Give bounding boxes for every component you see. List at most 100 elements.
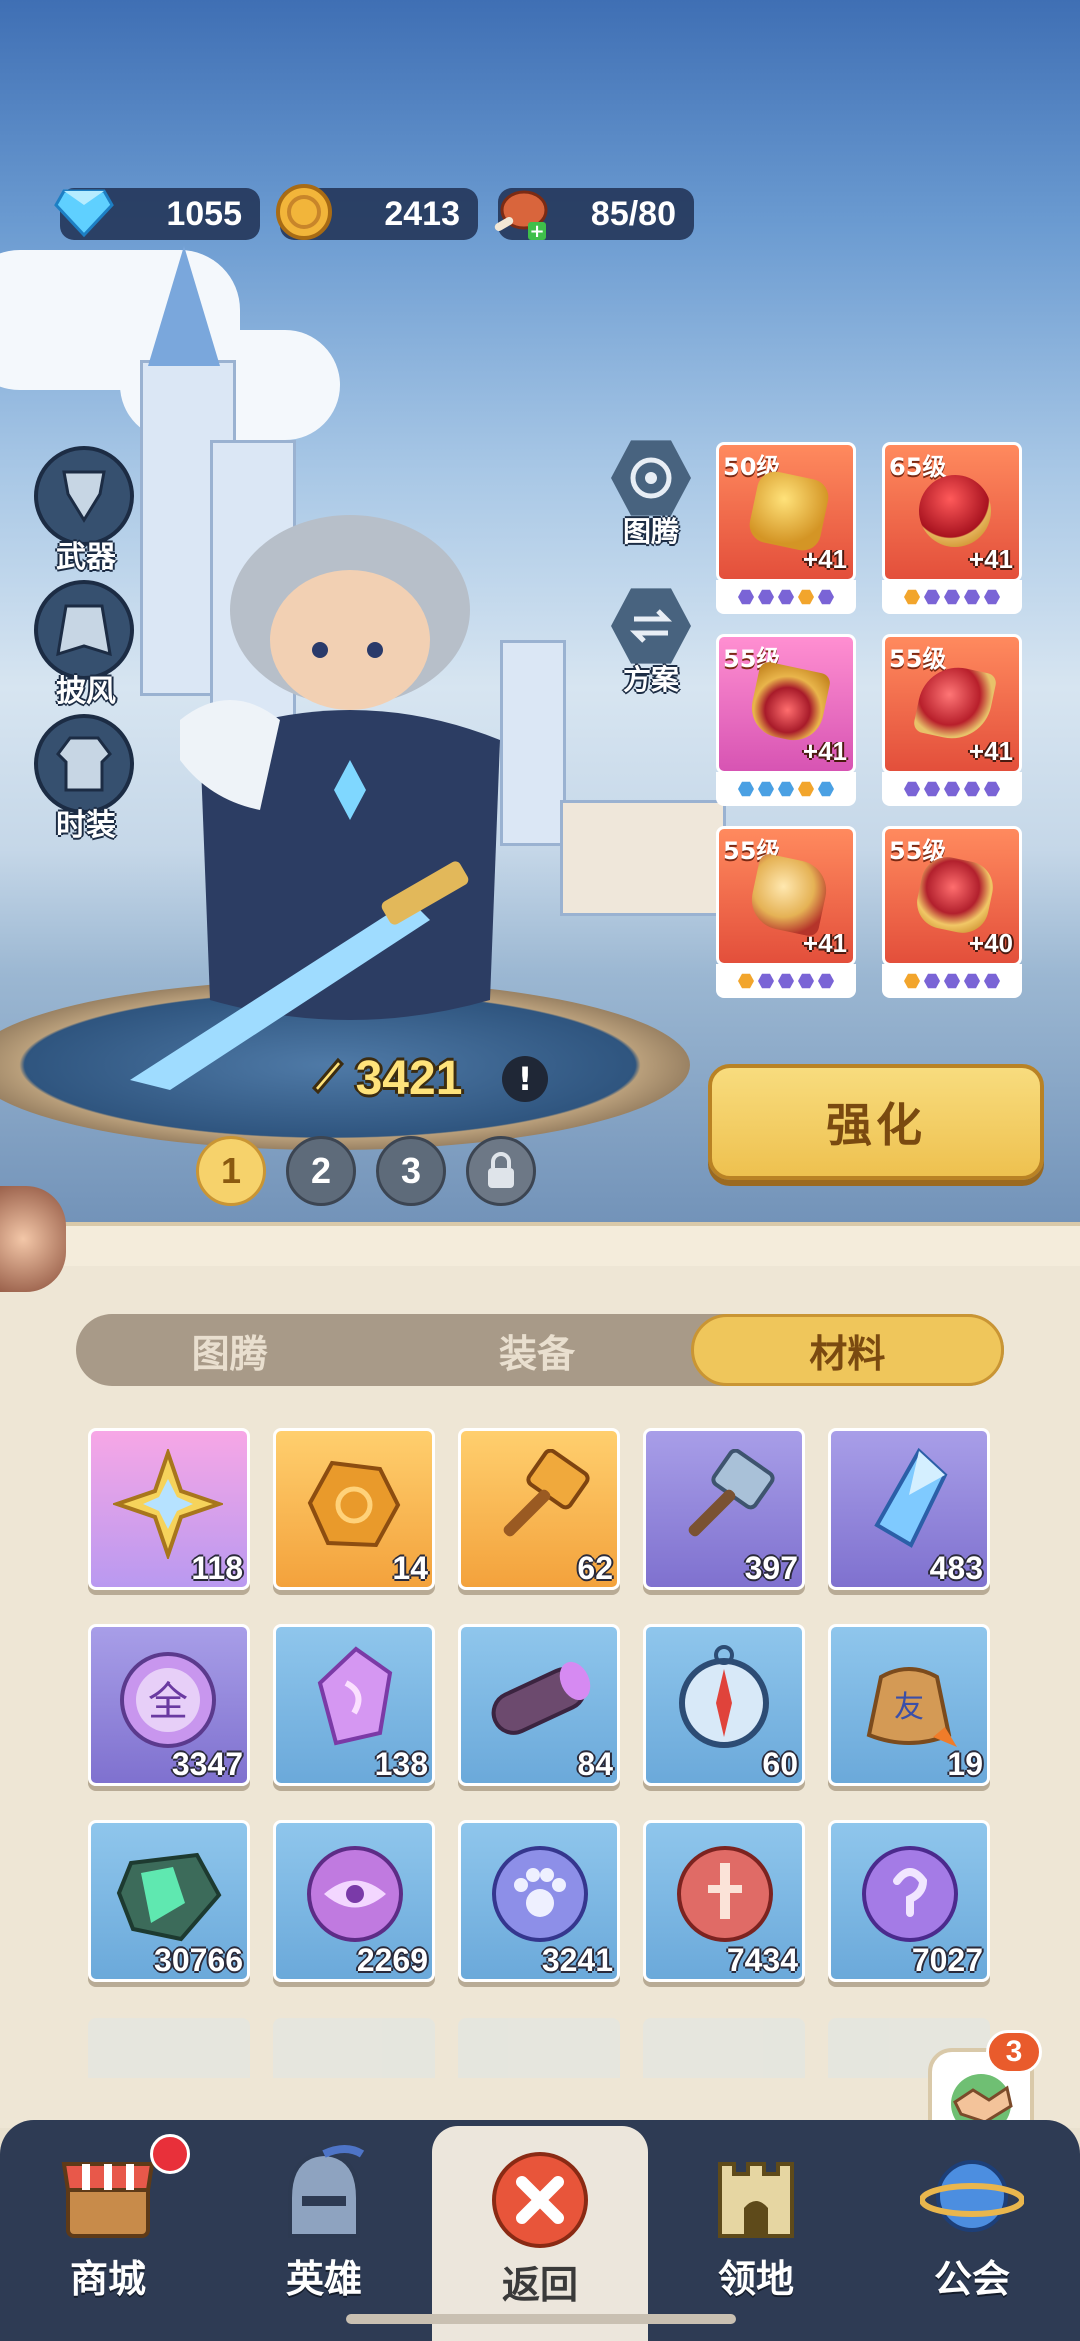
shop-icon (56, 2142, 160, 2246)
diamond-value: 1055 (166, 194, 242, 233)
weapon-button[interactable]: 武器 (34, 446, 138, 576)
equipment-enhance-level: +41 (802, 544, 847, 574)
equipment-slot[interactable]: 65级 +41 (882, 442, 1022, 622)
loadout-slot-1[interactable]: 1 (196, 1136, 266, 1206)
amulet-icon (746, 468, 832, 554)
material-item[interactable]: 483 (828, 1428, 990, 1590)
equipment-slot[interactable]: 55级 +41 (716, 826, 856, 1006)
friends-notification-badge: 3 (986, 2030, 1042, 2074)
inventory-tabs: 图腾 装备 材料 (76, 1314, 1004, 1386)
material-count: 14 (392, 1550, 428, 1586)
stamina-value: 85/80 (590, 194, 676, 233)
material-item[interactable]: 3241 (458, 1820, 620, 1982)
crown-icon (746, 660, 832, 746)
outfit-button[interactable]: 时装 (34, 714, 138, 844)
material-item[interactable]: 14 (273, 1428, 435, 1590)
silver-hammer-icon (688, 1449, 775, 1537)
nav-territory-label: 领地 (717, 2257, 794, 2301)
stamina-counter[interactable]: + 85/80 (494, 188, 694, 242)
totem-button[interactable]: 图腾 (608, 438, 694, 550)
material-count: 60 (762, 1746, 798, 1782)
gold-value: 2413 (384, 194, 460, 233)
equipment-card: 55级 +40 (882, 826, 1022, 966)
equipment-level: 55级 (889, 645, 947, 673)
material-count: 7027 (911, 1942, 983, 1978)
equipment-enhance-level: +41 (802, 736, 847, 766)
equipment-slot[interactable]: 55级 +40 (882, 826, 1022, 1006)
nav-guild[interactable]: 公会 (864, 2120, 1080, 2341)
nav-heroes-label: 英雄 (285, 2257, 362, 2301)
material-count: 19 (947, 1746, 983, 1782)
equipment-card: 50级 +41 (716, 442, 856, 582)
equipment-enhance-level: +41 (968, 544, 1013, 574)
amber-stone-icon (307, 1460, 401, 1548)
material-count: 3241 (541, 1942, 613, 1978)
nav-shop-label: 商城 (69, 2257, 146, 2301)
preset-label: 方案 (622, 663, 679, 696)
compass-icon (679, 1645, 769, 1748)
loadout-slot-3[interactable]: 3 (376, 1136, 446, 1206)
material-item[interactable]: 138 (273, 1624, 435, 1786)
nav-back[interactable]: 返回 (432, 2126, 648, 2341)
tab-equipment[interactable]: 装备 (383, 1314, 690, 1386)
gem-slots (882, 580, 1022, 614)
gem-slots (716, 772, 856, 806)
diamond-counter[interactable]: 1055 (54, 188, 260, 240)
nav-guild-label: 公会 (933, 2257, 1010, 2301)
universal-token-icon: 全 (120, 1652, 216, 1748)
equipment-slot[interactable]: 55级 +41 (716, 634, 856, 814)
material-item[interactable]: 62 (458, 1428, 620, 1590)
info-alert-icon[interactable]: ! (502, 1056, 548, 1102)
blue-crystal-icon (874, 1447, 948, 1548)
material-item[interactable]: 友 19 (828, 1624, 990, 1786)
gold-counter[interactable]: 2413 (276, 184, 478, 240)
cape-label: 披风 (56, 674, 116, 709)
sword-power-icon (308, 1051, 348, 1106)
material-item[interactable]: 7434 (643, 1820, 805, 1982)
tab-materials[interactable]: 材料 (690, 1314, 1004, 1386)
equipment-card: 55级 +41 (716, 634, 856, 774)
material-item[interactable]: 7027 (828, 1820, 990, 1982)
weapon-label: 武器 (56, 540, 116, 575)
material-item[interactable]: 2269 (273, 1820, 435, 1982)
castle-icon (704, 2142, 808, 2246)
equipment-enhance-level: +41 (802, 928, 847, 958)
preset-button[interactable]: 方案 (608, 586, 694, 698)
materials-grid: 118 14 62 397 483 全 3347 138 84 60 友 19 … (88, 1428, 990, 1982)
cape-button[interactable]: 披风 (34, 580, 138, 710)
material-item[interactable]: 全 3347 (88, 1624, 250, 1786)
tab-totem[interactable]: 图腾 (76, 1314, 383, 1386)
material-item[interactable]: 30766 (88, 1820, 250, 1982)
equipment-level: 65级 (889, 453, 947, 481)
lock-icon (488, 1152, 514, 1188)
friend-bag-icon: 友 (866, 1667, 957, 1747)
material-item[interactable]: 118 (88, 1428, 250, 1590)
material-item[interactable]: 60 (643, 1624, 805, 1786)
nav-heroes[interactable]: 英雄 (216, 2120, 432, 2341)
totem-icon (611, 440, 691, 516)
svg-text:+: + (529, 221, 544, 242)
equipment-card: 55级 +41 (882, 634, 1022, 774)
hero-character (130, 515, 500, 1090)
material-count: 62 (577, 1550, 613, 1586)
loadout-slot-2[interactable]: 2 (286, 1136, 356, 1206)
gem-slots (716, 580, 856, 614)
material-item[interactable]: 84 (458, 1624, 620, 1786)
equipment-slot[interactable]: 50级 +41 (716, 442, 856, 622)
home-indicator (346, 2314, 736, 2324)
strengthen-button[interactable]: 强化 (708, 1064, 1044, 1180)
token-glyph: 全 (148, 1679, 188, 1725)
loadout-slot-locked[interactable] (466, 1136, 536, 1206)
castle-spire (148, 246, 220, 366)
hero-avatar-peek[interactable] (0, 1186, 66, 1292)
equipment-slot[interactable]: 55级 +41 (882, 634, 1022, 814)
paw-orb-icon (492, 1846, 588, 1942)
material-item[interactable]: 397 (643, 1428, 805, 1590)
eye-orb-icon (307, 1846, 403, 1942)
green-ore-icon (116, 1852, 222, 1942)
boots-icon (746, 852, 832, 938)
equipment-enhance-level: +40 (968, 928, 1013, 958)
gem-slots (882, 772, 1022, 806)
nav-territory[interactable]: 领地 (648, 2120, 864, 2341)
material-count: 7434 (726, 1942, 798, 1978)
